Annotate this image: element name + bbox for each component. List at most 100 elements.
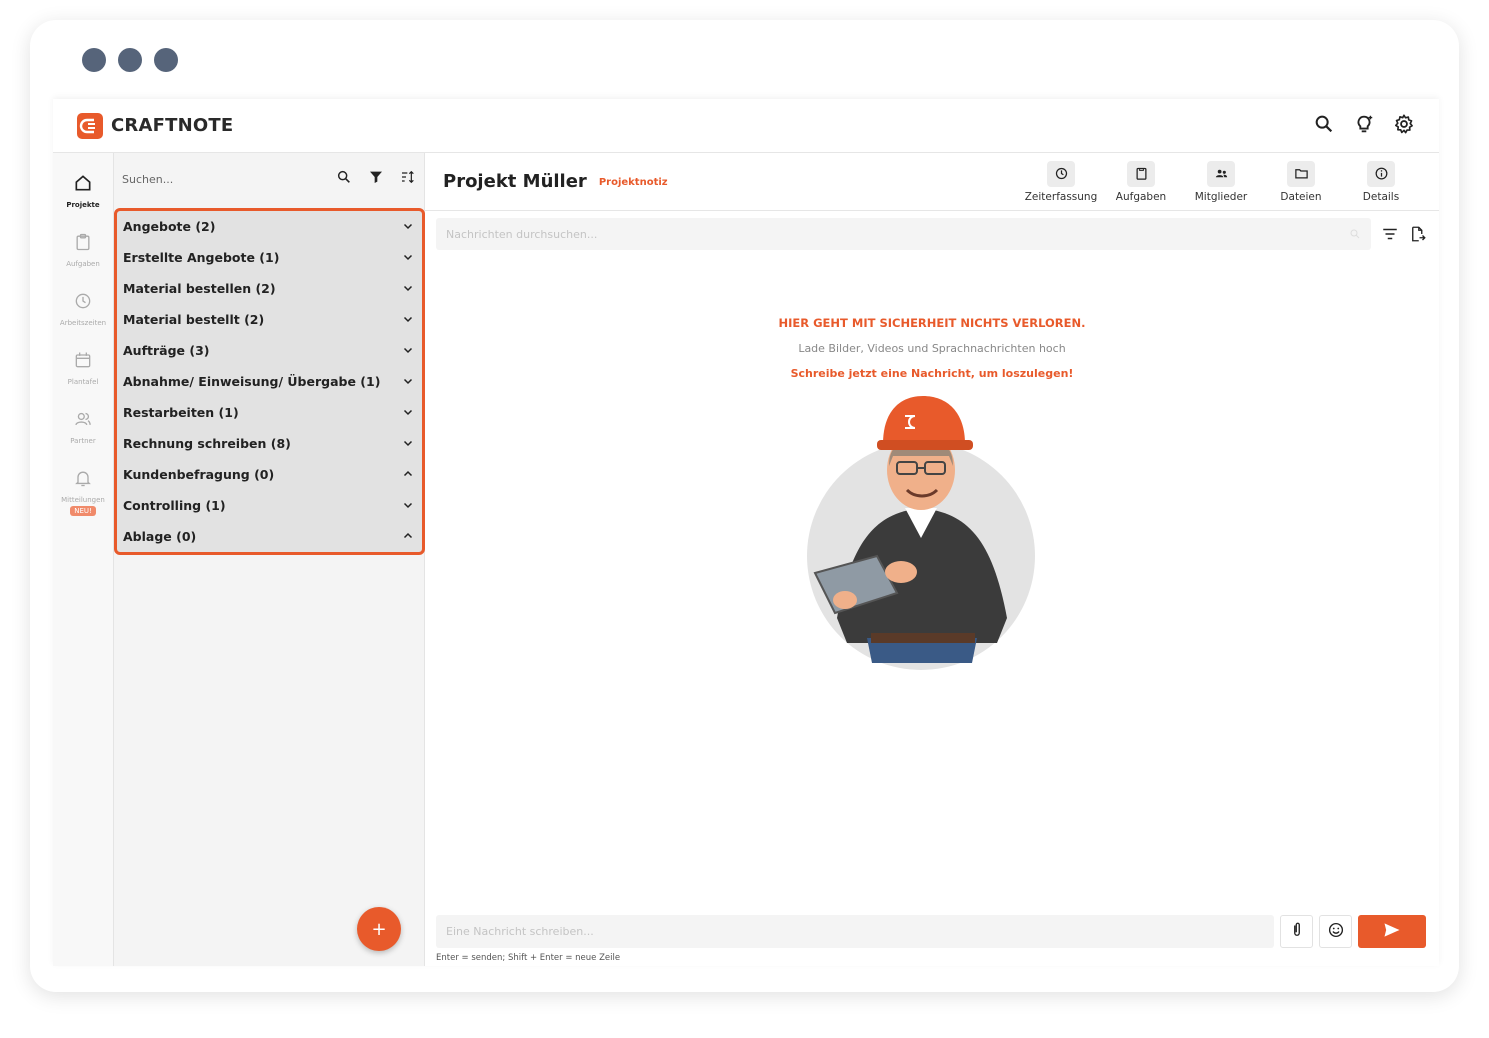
category-label: Abnahme/ Einweisung/ Übergabe (1) <box>123 374 381 389</box>
chevron-down-icon[interactable] <box>402 310 414 329</box>
tool-dateien[interactable]: Dateien <box>1261 160 1341 203</box>
emoji-button[interactable] <box>1319 915 1352 948</box>
compose-hint: Enter = senden; Shift + Enter = neue Zei… <box>436 953 621 963</box>
category-label: Angebote (2) <box>123 219 216 234</box>
filter-icon[interactable] <box>368 169 384 189</box>
category-label: Erstellte Angebote (1) <box>123 250 280 265</box>
category-label: Rechnung schreiben (8) <box>123 436 291 451</box>
gear-icon[interactable] <box>1393 113 1415 139</box>
empty-state: HIER GEHT MIT SICHERHEIT NICHTS VERLOREN… <box>425 316 1439 380</box>
category-row[interactable]: Ablage (0) <box>117 521 422 552</box>
category-label: Kundenbefragung (0) <box>123 467 275 482</box>
tool-aufgaben[interactable]: Aufgaben <box>1101 160 1181 203</box>
home-icon <box>73 173 93 197</box>
chevron-up-icon[interactable] <box>402 465 414 484</box>
users-icon <box>73 409 93 433</box>
browser-frame: CRAFTNOTE Projekte Aufgaben Arbeitszeite… <box>30 20 1459 992</box>
nav-item-plantafel[interactable]: Plantafel <box>53 350 113 409</box>
category-row[interactable]: Controlling (1) <box>117 490 422 521</box>
list-search-input[interactable]: Suchen... <box>122 173 336 186</box>
message-search-placeholder: Nachrichten durchsuchen... <box>446 227 598 241</box>
craftnote-logo-icon <box>77 112 103 139</box>
nav-label: Aufgaben <box>66 260 100 268</box>
clock-icon <box>73 291 93 315</box>
nav-item-projekte[interactable]: Projekte <box>53 173 113 232</box>
nav-label: Arbeitszeiten <box>59 319 107 327</box>
info-icon <box>1367 160 1395 187</box>
category-row[interactable]: Material bestellt (2) <box>117 304 422 335</box>
top-actions <box>1313 113 1415 139</box>
brand-name: CRAFTNOTE <box>111 115 234 136</box>
nav-item-mitteilungen[interactable]: Mitteilungen NEU! <box>53 468 113 527</box>
app-window: CRAFTNOTE Projekte Aufgaben Arbeitszeite… <box>53 99 1439 966</box>
window-controls <box>82 48 178 72</box>
lightbulb-icon[interactable] <box>1353 113 1375 139</box>
clipboard-icon <box>1127 160 1155 187</box>
nav-item-aufgaben[interactable]: Aufgaben <box>53 232 113 291</box>
search-icon[interactable] <box>1313 113 1335 139</box>
file-export-icon[interactable] <box>1409 225 1427 247</box>
category-list: Angebote (2) Erstellte Angebote (1) Materi… <box>114 208 425 555</box>
craftsman-illustration <box>797 388 1057 673</box>
attach-button[interactable] <box>1280 915 1313 948</box>
category-row[interactable]: Abnahme/ Einweisung/ Übergabe (1) <box>117 366 422 397</box>
nav-item-partner[interactable]: Partner <box>53 409 113 468</box>
category-label: Aufträge (3) <box>123 343 210 358</box>
project-header: Projekt Müller Projektnotiz Zeiterfassun… <box>425 153 1439 211</box>
category-row[interactable]: Restarbeiten (1) <box>117 397 422 428</box>
empty-state-cta: Schreibe jetzt eine Nachricht, um loszul… <box>790 367 1074 380</box>
sort-icon[interactable] <box>400 169 416 189</box>
main-nav: Projekte Aufgaben Arbeitszeiten Plantafe… <box>53 153 114 966</box>
search-icon[interactable] <box>1349 225 1361 244</box>
category-label: Controlling (1) <box>123 498 226 513</box>
message-search-input[interactable]: Nachrichten durchsuchen... <box>436 218 1371 250</box>
category-row[interactable]: Rechnung schreiben (8) <box>117 428 422 459</box>
clipboard-icon <box>73 232 93 256</box>
chevron-down-icon[interactable] <box>402 434 414 453</box>
chevron-down-icon[interactable] <box>402 248 414 267</box>
category-row[interactable]: Angebote (2) <box>117 211 422 242</box>
chevron-down-icon[interactable] <box>402 279 414 298</box>
chevron-down-icon[interactable] <box>402 372 414 391</box>
project-tag[interactable]: Projektnotiz <box>599 177 668 188</box>
nav-item-arbeitszeiten[interactable]: Arbeitszeiten <box>53 291 113 350</box>
tool-details[interactable]: Details <box>1341 160 1421 203</box>
compose-placeholder: Eine Nachricht schreiben... <box>446 925 594 938</box>
chevron-down-icon[interactable] <box>402 403 414 422</box>
chevron-down-icon[interactable] <box>402 217 414 236</box>
search-icon[interactable] <box>336 169 352 189</box>
message-tools <box>1381 225 1427 247</box>
calendar-icon <box>73 350 93 374</box>
add-project-button[interactable]: + <box>357 907 401 951</box>
tool-label: Aufgaben <box>1115 190 1167 203</box>
window-dot-maximize[interactable] <box>154 48 178 72</box>
category-row[interactable]: Material bestellen (2) <box>117 273 422 304</box>
tool-label: Details <box>1362 190 1400 203</box>
chevron-down-icon[interactable] <box>402 341 414 360</box>
nav-label: Partner <box>70 437 96 445</box>
window-dot-close[interactable] <box>82 48 106 72</box>
nav-label: Mitteilungen <box>61 496 105 504</box>
tool-mitglieder[interactable]: Mitglieder <box>1181 160 1261 203</box>
project-title: Projekt Müller <box>443 171 587 192</box>
project-tools: Zeiterfassung Aufgaben Mitglieder Dateie… <box>1021 160 1421 203</box>
brand-logo[interactable]: CRAFTNOTE <box>77 112 234 139</box>
category-label: Ablage (0) <box>123 529 197 544</box>
chevron-down-icon[interactable] <box>402 496 414 515</box>
tool-label: Zeiterfassung <box>1024 190 1098 203</box>
filter-lines-icon[interactable] <box>1381 225 1399 247</box>
category-row[interactable]: Kundenbefragung (0) <box>117 459 422 490</box>
category-row[interactable]: Aufträge (3) <box>117 335 422 366</box>
send-icon <box>1382 920 1402 944</box>
category-label: Material bestellen (2) <box>123 281 276 296</box>
list-search-bar: Suchen... <box>114 153 424 205</box>
tool-label: Dateien <box>1280 190 1322 203</box>
category-row[interactable]: Erstellte Angebote (1) <box>117 242 422 273</box>
chevron-up-icon[interactable] <box>402 527 414 546</box>
nav-label: Projekte <box>66 201 100 209</box>
message-compose-input[interactable]: Eine Nachricht schreiben... <box>436 915 1274 948</box>
bell-icon <box>73 468 93 492</box>
tool-zeiterfassung[interactable]: Zeiterfassung <box>1021 160 1101 203</box>
send-button[interactable] <box>1358 915 1426 948</box>
window-dot-minimize[interactable] <box>118 48 142 72</box>
